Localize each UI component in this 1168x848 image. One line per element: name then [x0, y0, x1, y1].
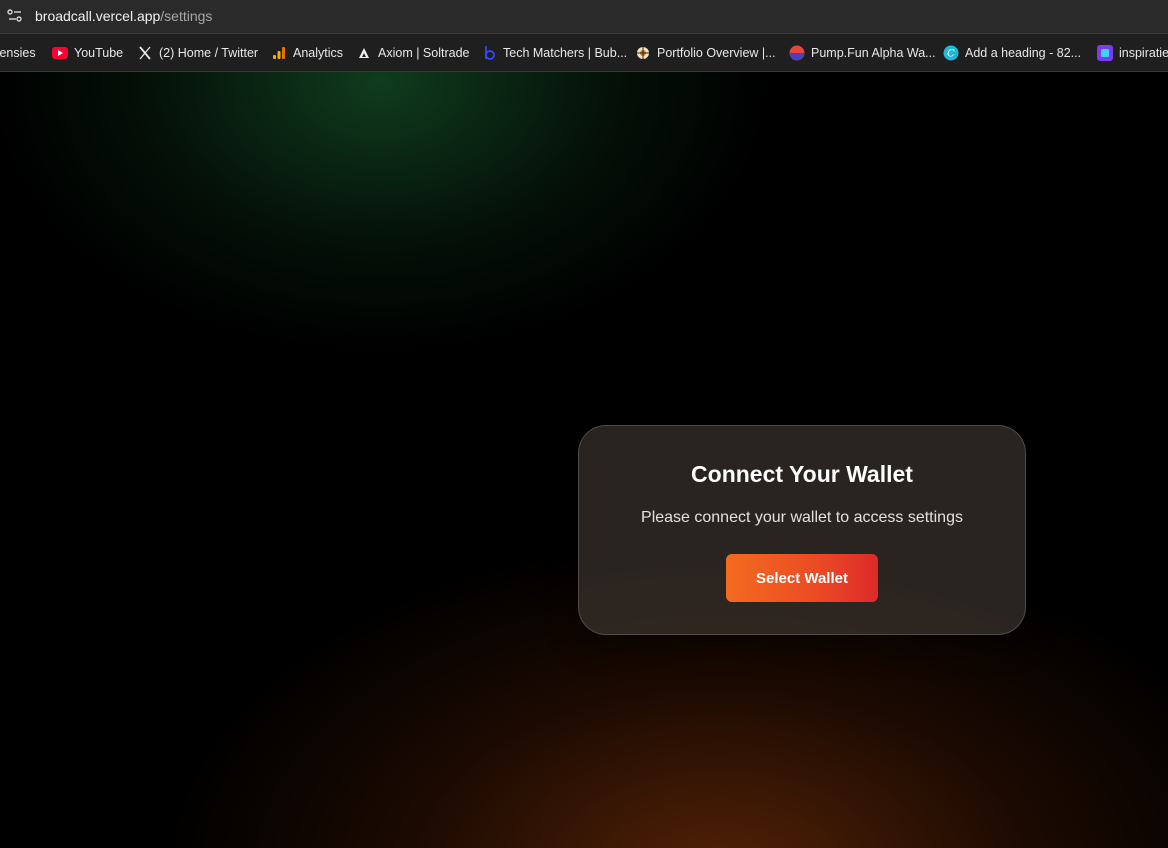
bookmark-label: inspiratie: [1119, 46, 1168, 60]
url-host: broadcall.vercel.app: [35, 8, 161, 24]
bookmark-inspiratie[interactable]: inspiratie: [1097, 44, 1168, 62]
svg-text:C: C: [947, 49, 955, 60]
address-bar: broadcall.vercel.app/settings: [0, 0, 1168, 34]
card-message: Please connect your wallet to access set…: [641, 509, 963, 526]
bookmark-label: Pump.Fun Alpha Wa...: [811, 46, 936, 60]
analytics-icon: [271, 45, 287, 61]
bookmark-twitter[interactable]: (2) Home / Twitter: [137, 44, 258, 62]
card-title: Connect Your Wallet: [691, 461, 913, 487]
pumpfun-icon: [789, 45, 805, 61]
bookmark-item[interactable]: tensies: [0, 44, 36, 62]
inspiratie-icon: [1097, 45, 1113, 61]
bookmarks-bar: tensies YouTube (2) Home / Twitter Analy…: [0, 34, 1168, 72]
bookmark-tech-matchers[interactable]: Tech Matchers | Bub...: [481, 44, 627, 62]
bookmark-label: YouTube: [74, 46, 124, 60]
axiom-icon: [356, 45, 372, 61]
url-path: /settings: [160, 8, 213, 24]
bookmark-youtube[interactable]: YouTube: [52, 44, 123, 62]
bookmark-canva[interactable]: C Add a heading - 82...: [943, 44, 1081, 62]
bookmark-label: (2) Home / Twitter: [159, 46, 259, 60]
browser-window: broadcall.vercel.app/settings tensies Yo…: [0, 0, 1168, 848]
bubble-icon: [481, 45, 497, 61]
page-content: Connect Your Wallet Please connect your …: [0, 72, 1168, 848]
bookmark-pumpfun[interactable]: Pump.Fun Alpha Wa...: [789, 44, 936, 62]
bookmark-label: Analytics: [293, 46, 344, 60]
x-twitter-icon: [137, 45, 153, 61]
portfolio-icon: [635, 45, 651, 61]
bookmark-label: Axiom | Soltrade: [378, 46, 470, 60]
bookmark-label: Portfolio Overview |...: [657, 46, 776, 60]
bookmark-portfolio[interactable]: Portfolio Overview |...: [635, 44, 776, 62]
select-wallet-button[interactable]: Select Wallet: [726, 554, 878, 602]
connect-wallet-card: Connect Your Wallet Please connect your …: [578, 425, 1026, 635]
bookmark-label: tensies: [0, 46, 36, 60]
site-info-icon[interactable]: [6, 7, 24, 25]
bookmark-label: Add a heading - 82...: [965, 46, 1082, 60]
youtube-icon: [52, 45, 68, 61]
url-text[interactable]: broadcall.vercel.app/settings: [35, 8, 212, 25]
bookmark-analytics[interactable]: Analytics: [271, 44, 343, 62]
canva-icon: C: [943, 45, 959, 61]
url-field[interactable]: broadcall.vercel.app/settings: [0, 0, 1168, 33]
bookmark-axiom[interactable]: Axiom | Soltrade: [356, 44, 469, 62]
bookmark-label: Tech Matchers | Bub...: [503, 46, 628, 60]
